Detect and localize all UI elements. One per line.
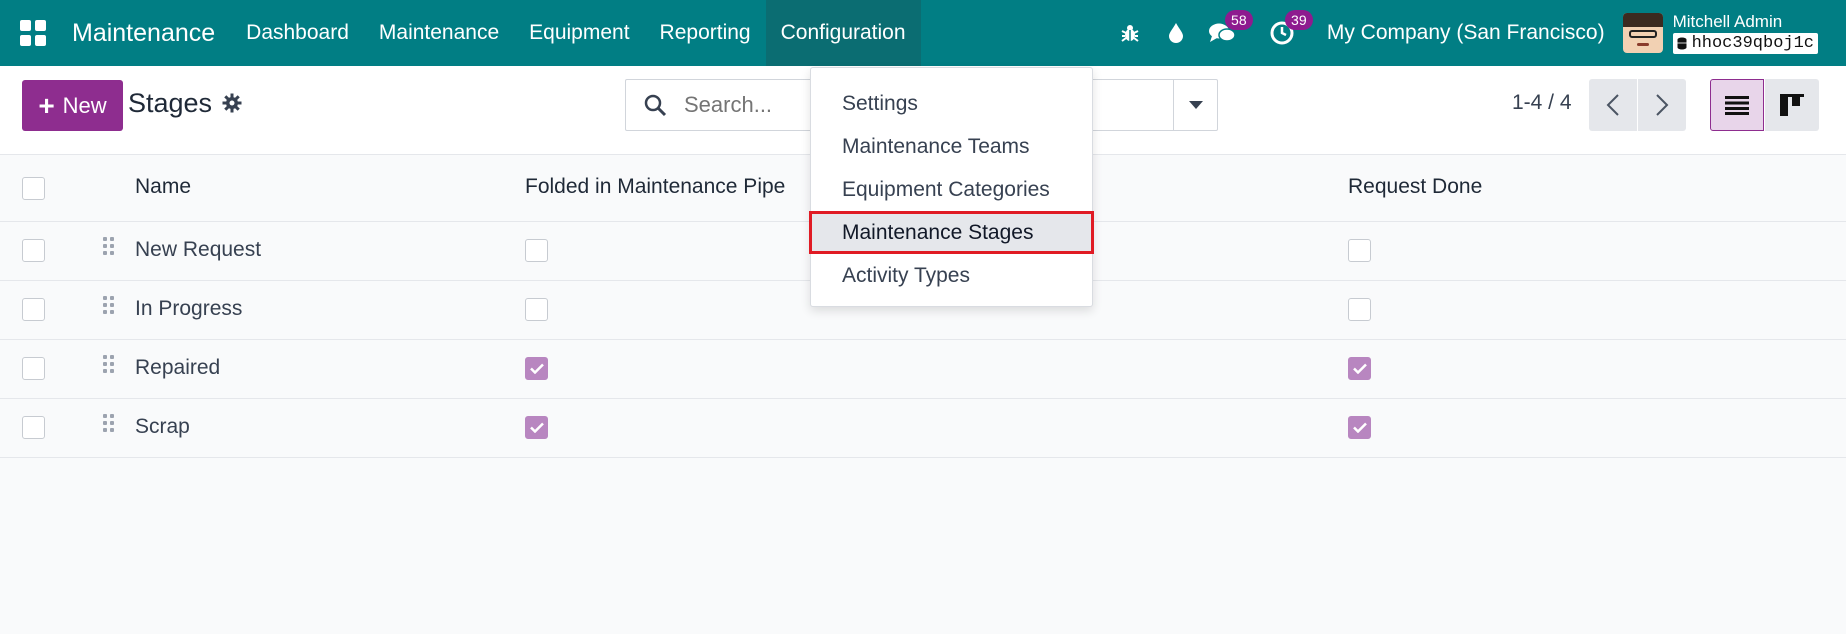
column-header-request-done[interactable]: Request Done xyxy=(1348,175,1482,199)
stage-name[interactable]: New Request xyxy=(135,238,261,262)
search-options-toggle[interactable] xyxy=(1173,80,1217,130)
plus-icon: + xyxy=(38,89,55,121)
drag-handle-icon[interactable] xyxy=(103,355,114,373)
database-icon xyxy=(1677,37,1687,50)
request-done-checkbox xyxy=(1348,239,1371,262)
activities-badge: 39 xyxy=(1284,10,1313,30)
list-view-button[interactable] xyxy=(1710,79,1764,131)
folded-checkbox xyxy=(525,416,548,439)
table-row[interactable]: Repaired xyxy=(0,340,1846,399)
kanban-view-icon xyxy=(1780,94,1804,116)
database-name: hhoc39qboj1c xyxy=(1691,34,1814,53)
top-navbar: Maintenance Dashboard Maintenance Equipm… xyxy=(0,0,1846,66)
page-title: Stages xyxy=(128,88,213,118)
row-select-checkbox[interactable] xyxy=(22,298,45,321)
pager-next-button[interactable] xyxy=(1638,79,1686,131)
chevron-left-icon xyxy=(1606,94,1619,116)
nav-maintenance[interactable]: Maintenance xyxy=(364,0,514,66)
nav-configuration[interactable]: Configuration xyxy=(765,0,921,66)
row-select-checkbox[interactable] xyxy=(22,239,45,262)
stage-name[interactable]: In Progress xyxy=(135,297,242,321)
nav-reporting[interactable]: Reporting xyxy=(645,0,766,66)
search-icon xyxy=(626,93,684,117)
drag-handle-icon[interactable] xyxy=(103,296,114,314)
checkmark-icon xyxy=(1352,363,1367,374)
stage-name[interactable]: Repaired xyxy=(135,356,220,380)
checkmark-icon xyxy=(529,363,544,374)
kanban-view-button[interactable] xyxy=(1765,79,1819,131)
messages-badge: 58 xyxy=(1224,10,1253,30)
systray: 58 39 My Company (San Francisco) Mitchel… xyxy=(1107,0,1846,66)
app-name[interactable]: Maintenance xyxy=(72,19,215,48)
pager-value[interactable]: 1-4 / 4 xyxy=(1512,91,1572,115)
apps-menu-icon[interactable] xyxy=(0,0,66,66)
new-button[interactable]: + New xyxy=(22,80,123,131)
bug-icon[interactable] xyxy=(1107,0,1153,66)
drag-handle-icon[interactable] xyxy=(103,237,114,255)
checkmark-icon xyxy=(1352,422,1367,433)
configuration-dropdown-menu: Settings Maintenance Teams Equipment Cat… xyxy=(809,67,1094,307)
row-select-checkbox[interactable] xyxy=(22,357,45,380)
list-view-icon xyxy=(1725,96,1749,115)
folded-checkbox xyxy=(525,298,548,321)
company-switcher[interactable]: My Company (San Francisco) xyxy=(1327,21,1605,45)
user-menu[interactable]: Mitchell Admin hhoc39qboj1c xyxy=(1672,12,1818,54)
select-all-checkbox[interactable] xyxy=(22,177,45,200)
activity-clock-icon[interactable]: 39 xyxy=(1259,0,1313,66)
drag-handle-icon[interactable] xyxy=(103,414,114,432)
request-done-checkbox xyxy=(1348,298,1371,321)
request-done-checkbox xyxy=(1348,357,1371,380)
table-row[interactable]: Scrap xyxy=(0,399,1846,458)
menu-item-maintenance-stages[interactable]: Maintenance Stages xyxy=(809,211,1094,254)
column-header-folded[interactable]: Folded in Maintenance Pipe xyxy=(525,175,785,199)
menu-item-activity-types[interactable]: Activity Types xyxy=(811,254,1092,297)
drop-icon[interactable] xyxy=(1153,0,1199,66)
database-tag: hhoc39qboj1c xyxy=(1672,33,1818,54)
folded-checkbox xyxy=(525,357,548,380)
stage-name[interactable]: Scrap xyxy=(135,415,190,439)
menu-item-maintenance-teams[interactable]: Maintenance Teams xyxy=(811,125,1092,168)
avatar[interactable] xyxy=(1622,13,1663,53)
caret-down-icon xyxy=(1188,101,1203,109)
chevron-right-icon xyxy=(1656,94,1669,116)
request-done-checkbox xyxy=(1348,416,1371,439)
user-name: Mitchell Admin xyxy=(1672,12,1783,31)
new-button-label: New xyxy=(62,92,107,118)
messages-icon[interactable]: 58 xyxy=(1199,0,1253,66)
menu-item-equipment-categories[interactable]: Equipment Categories xyxy=(811,168,1092,211)
column-header-name[interactable]: Name xyxy=(135,175,191,199)
gear-icon[interactable] xyxy=(222,93,242,118)
folded-checkbox xyxy=(525,239,548,262)
pager-previous-button[interactable] xyxy=(1589,79,1637,131)
nav-dashboard[interactable]: Dashboard xyxy=(231,0,364,66)
nav-equipment[interactable]: Equipment xyxy=(514,0,644,66)
menu-item-settings[interactable]: Settings xyxy=(811,82,1092,125)
row-select-checkbox[interactable] xyxy=(22,416,45,439)
checkmark-icon xyxy=(529,422,544,433)
